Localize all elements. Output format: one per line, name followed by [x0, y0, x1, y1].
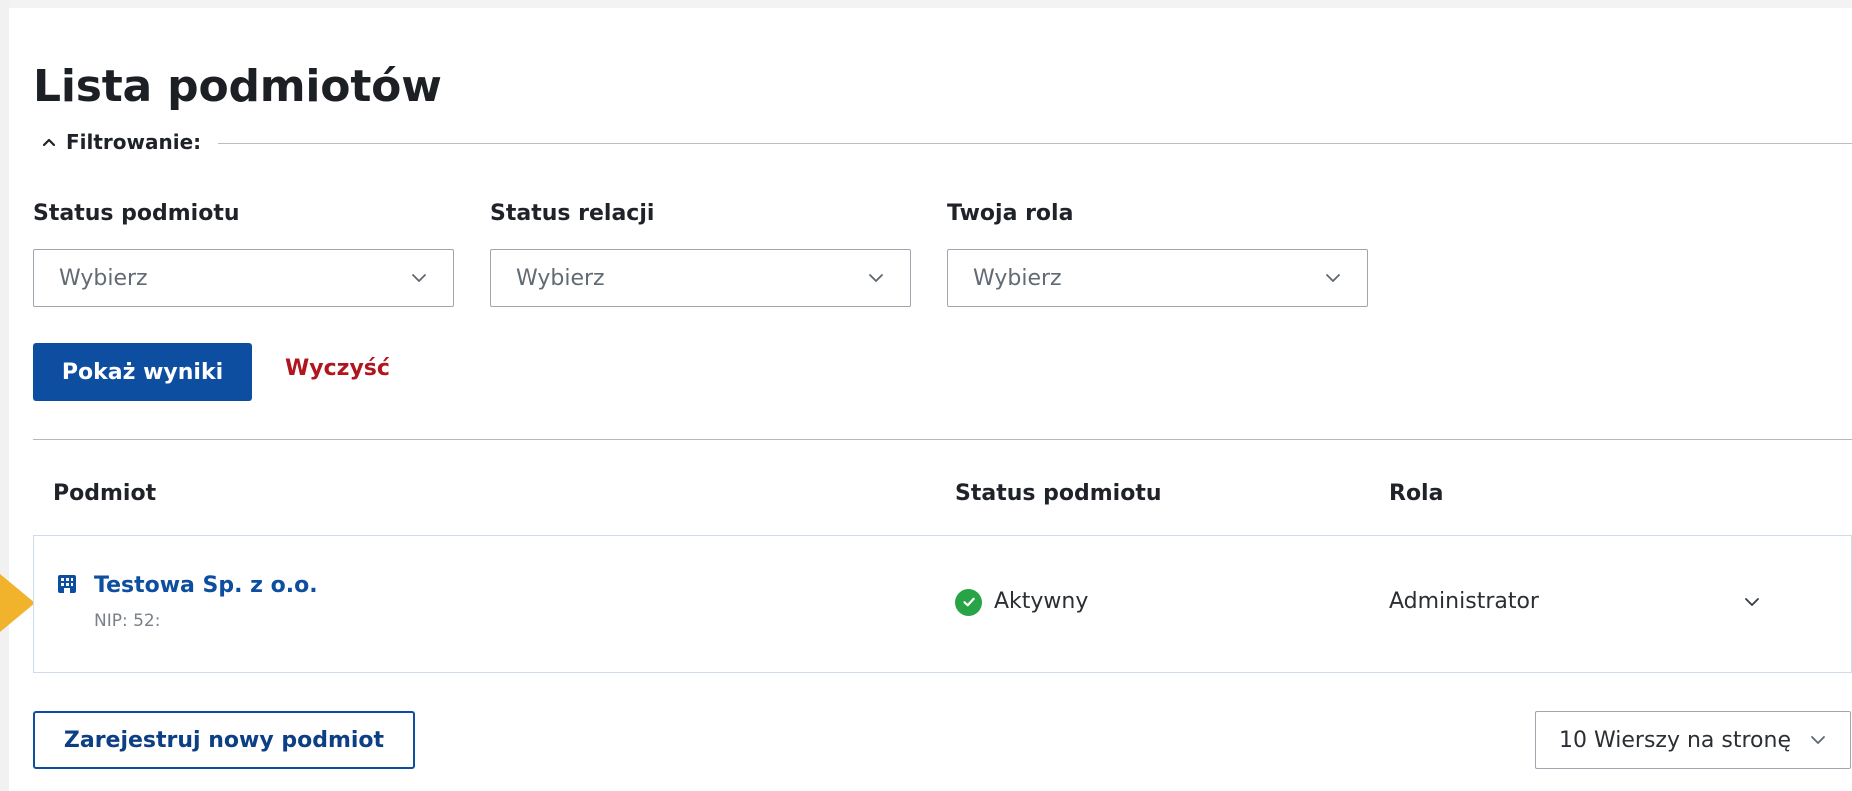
status-podmiotu-label: Status podmiotu — [33, 201, 240, 226]
building-icon — [58, 575, 76, 593]
chevron-up-icon — [40, 133, 58, 151]
role-text: Administrator — [1389, 589, 1539, 614]
twoja-rola-value: Wybierz — [973, 265, 1062, 291]
chevron-down-icon — [866, 268, 886, 288]
show-results-button[interactable]: Pokaż wyniki — [33, 343, 252, 401]
filter-section-label: Filtrowanie: — [66, 130, 202, 154]
status-relacji-value: Wybierz — [516, 265, 605, 291]
left-strip — [0, 0, 9, 791]
table-divider — [33, 439, 1852, 440]
entity-nip: NIP: 52: — [94, 611, 161, 631]
chevron-down-icon — [1323, 268, 1343, 288]
page-title: Lista podmiotów — [33, 61, 442, 113]
entity-name-link[interactable]: Testowa Sp. z o.o. — [94, 571, 318, 601]
twoja-rola-select[interactable]: Wybierz — [947, 249, 1368, 307]
status-relacji-select[interactable]: Wybierz — [490, 249, 911, 307]
table-row[interactable] — [33, 535, 1852, 673]
filter-toggle[interactable]: Filtrowanie: — [40, 128, 201, 156]
arrow-icon — [0, 574, 35, 632]
twoja-rola-label: Twoja rola — [947, 201, 1074, 226]
page-size-value: 10 Wierszy na stronę — [1559, 727, 1791, 753]
chevron-down-icon — [1745, 598, 1759, 606]
chevron-down-icon — [1808, 730, 1828, 750]
status-relacji-label: Status relacji — [490, 201, 655, 226]
status-podmiotu-value: Wybierz — [59, 265, 148, 291]
filter-divider — [218, 143, 1852, 144]
column-header-status-podmiotu: Status podmiotu — [955, 481, 1162, 506]
column-header-rola: Rola — [1389, 481, 1444, 506]
chevron-down-icon — [409, 268, 429, 288]
status-cell: Aktywny — [955, 587, 1088, 617]
page-size-select[interactable]: 10 Wierszy na stronę — [1535, 711, 1851, 769]
register-new-entity-button[interactable]: Zarejestruj nowy podmiot — [33, 711, 415, 769]
row-expand-button[interactable] — [1740, 590, 1764, 614]
column-header-podmiot: Podmiot — [53, 481, 157, 506]
status-podmiotu-select[interactable]: Wybierz — [33, 249, 454, 307]
top-strip — [0, 0, 1852, 8]
status-text: Aktywny — [994, 589, 1089, 614]
page: Lista podmiotów Filtrowanie: Status podm… — [0, 0, 1852, 791]
clear-filters-link[interactable]: Wyczyść — [285, 356, 390, 381]
check-circle-icon — [955, 588, 982, 616]
